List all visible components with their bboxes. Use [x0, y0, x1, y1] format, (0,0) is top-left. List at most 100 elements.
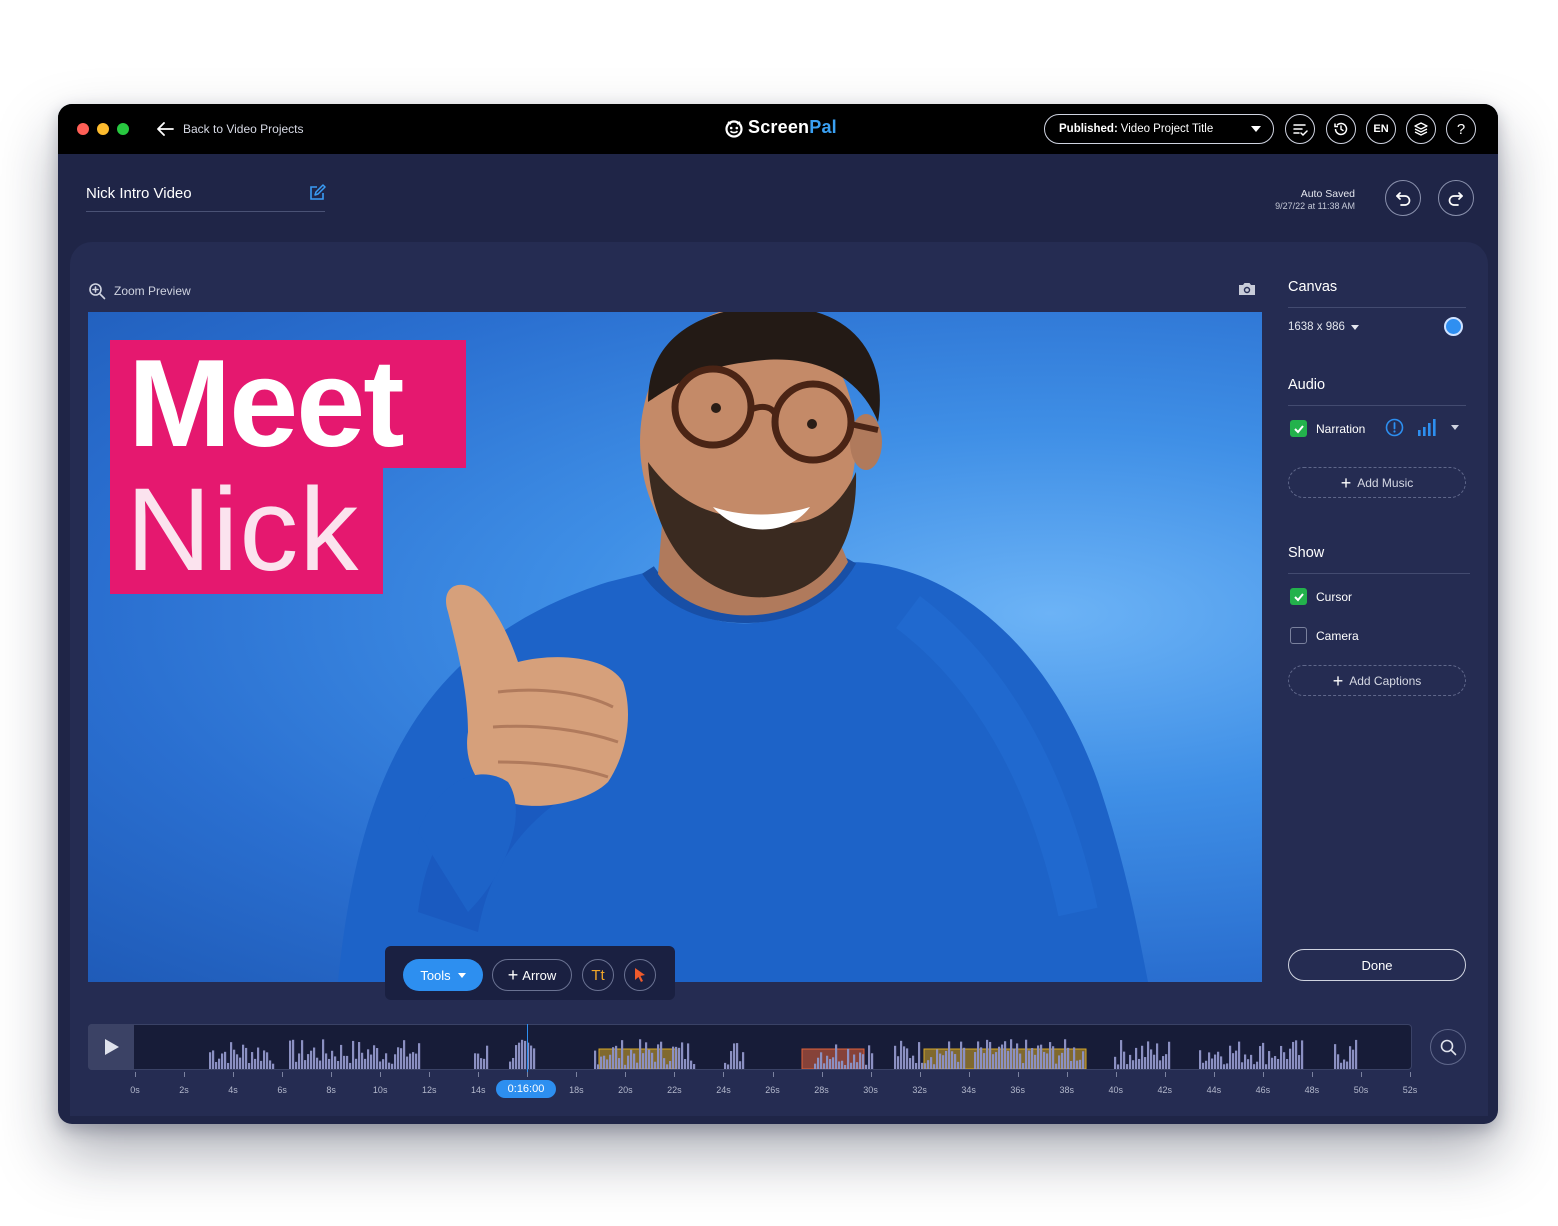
- search-icon: [1440, 1039, 1456, 1055]
- redo-button[interactable]: [1438, 180, 1474, 216]
- waveform-bar: [1202, 1062, 1205, 1069]
- waveform-bar: [648, 1049, 651, 1069]
- waveform-bar: [1058, 1055, 1061, 1069]
- waveform-bar: [1286, 1059, 1289, 1069]
- window-minimize-button[interactable]: [97, 123, 109, 135]
- waveform-bar: [862, 1054, 865, 1069]
- waveform-bar: [1343, 1059, 1346, 1069]
- cursor-checkbox[interactable]: Cursor: [1290, 588, 1352, 605]
- layers-button[interactable]: [1406, 114, 1436, 144]
- undo-button[interactable]: [1385, 180, 1421, 216]
- waveform-bar: [364, 1058, 367, 1069]
- timeline-tick-label: 40s: [1108, 1085, 1124, 1095]
- play-button[interactable]: [88, 1024, 134, 1070]
- waveform-bar: [986, 1039, 989, 1069]
- waveform-bar: [903, 1046, 906, 1069]
- waveform-bar: [936, 1049, 939, 1069]
- zoom-preview-button[interactable]: Zoom Preview: [88, 282, 191, 300]
- canvas-color-swatch[interactable]: [1444, 317, 1463, 336]
- waveform-bar: [1114, 1056, 1117, 1069]
- waveform-bar: [930, 1057, 933, 1069]
- logo-text-pal: Pal: [809, 117, 837, 137]
- playlist-button[interactable]: [1285, 114, 1315, 144]
- timeline-ruler: 0s 2s 4s 6s 8s 10s 12s 14s 18s 20s 22s 24s 26s 28s 30s…: [58, 1072, 1498, 1102]
- waveform-bar: [358, 1042, 361, 1069]
- waveform-bar: [233, 1049, 236, 1069]
- timeline-tick-label: 22s: [667, 1085, 682, 1095]
- waveform-bar: [859, 1052, 862, 1069]
- narration-checkbox[interactable]: Narration: [1290, 420, 1365, 437]
- timeline-tick-label: 38s: [1059, 1085, 1074, 1095]
- help-button[interactable]: ?: [1446, 114, 1476, 144]
- timeline-tick: [821, 1072, 823, 1077]
- canvas-size-select[interactable]: 1638 x 986: [1288, 321, 1359, 333]
- camera-icon[interactable]: [1237, 280, 1257, 298]
- waveform-bar: [921, 1062, 924, 1069]
- waveform-bar: [1016, 1043, 1019, 1069]
- text-tool-button[interactable]: Tt: [582, 959, 614, 991]
- waveform-bar: [621, 1040, 624, 1069]
- waveform-bar: [1220, 1056, 1223, 1069]
- waveform-bar: [1052, 1046, 1055, 1069]
- waveform-bar: [1298, 1055, 1301, 1069]
- waveform-bar: [400, 1048, 403, 1069]
- waveform-bar: [509, 1061, 512, 1069]
- timeline-tick-label: 52s: [1402, 1085, 1418, 1095]
- waveform-bar: [603, 1055, 606, 1069]
- waveform-bar: [1268, 1051, 1271, 1069]
- timeline-tick-label: 2s: [179, 1085, 189, 1095]
- waveform-bar: [897, 1056, 900, 1069]
- waveform-bar: [251, 1052, 254, 1069]
- publish-status-select[interactable]: Published: Video Project Title: [1044, 114, 1274, 144]
- waveform-bar: [340, 1044, 343, 1069]
- project-title[interactable]: Nick Intro Video: [86, 185, 192, 202]
- add-captions-button[interactable]: + Add Captions: [1288, 665, 1466, 696]
- chevron-down-icon[interactable]: [1451, 425, 1459, 430]
- video-preview[interactable]: Meet Nick: [88, 312, 1262, 982]
- audio-level-icon[interactable]: [1417, 418, 1437, 437]
- waveform-bar: [227, 1062, 230, 1069]
- playhead[interactable]: [527, 1024, 528, 1076]
- timeline-tick: [1164, 1072, 1166, 1077]
- waveform-bar: [1073, 1047, 1076, 1069]
- waveform-bar: [912, 1055, 915, 1069]
- back-to-projects-link[interactable]: Back to Video Projects: [156, 118, 304, 140]
- waveform-bar: [594, 1050, 597, 1069]
- waveform-bar: [933, 1064, 936, 1069]
- waveform-bar: [868, 1045, 871, 1069]
- tools-button[interactable]: Tools: [403, 959, 483, 991]
- waveform-bar: [1120, 1040, 1123, 1069]
- timeline-tick: [1213, 1072, 1215, 1077]
- window-close-button[interactable]: [77, 123, 89, 135]
- waveform-bar: [263, 1050, 266, 1069]
- window-maximize-button[interactable]: [117, 123, 129, 135]
- camera-checkbox[interactable]: Camera: [1290, 627, 1359, 644]
- waveform-bar: [1256, 1061, 1259, 1069]
- cursor-tool-button[interactable]: [624, 959, 656, 991]
- checkbox-unchecked-icon: [1290, 627, 1307, 644]
- timeline-tick: [233, 1072, 235, 1077]
- audio-waveform[interactable]: [134, 1025, 1410, 1069]
- info-icon[interactable]: [1385, 418, 1404, 437]
- language-button[interactable]: EN: [1366, 114, 1396, 144]
- timeline-search-button[interactable]: [1430, 1029, 1466, 1065]
- waveform-bar: [245, 1047, 248, 1069]
- history-button[interactable]: [1326, 114, 1356, 144]
- timeline-tick-label: 32s: [912, 1085, 927, 1095]
- waveform-bar: [1292, 1041, 1295, 1069]
- add-captions-label: Add Captions: [1349, 673, 1422, 688]
- waveform-bar: [1076, 1060, 1079, 1069]
- edit-icon[interactable]: [308, 184, 326, 202]
- waveform-bar: [530, 1045, 533, 1069]
- waveform-bar: [739, 1061, 742, 1069]
- timeline-tick: [429, 1072, 431, 1077]
- add-arrow-button[interactable]: + Arrow: [492, 959, 572, 991]
- done-button[interactable]: Done: [1288, 949, 1466, 981]
- waveform-bar: [918, 1042, 921, 1069]
- waveform-bar: [391, 1063, 394, 1069]
- waveform-bar: [1235, 1050, 1238, 1069]
- waveform-bar: [1141, 1045, 1144, 1069]
- chevron-down-icon: [1350, 324, 1359, 330]
- done-label: Done: [1361, 957, 1393, 973]
- add-music-button[interactable]: + Add Music: [1288, 467, 1466, 498]
